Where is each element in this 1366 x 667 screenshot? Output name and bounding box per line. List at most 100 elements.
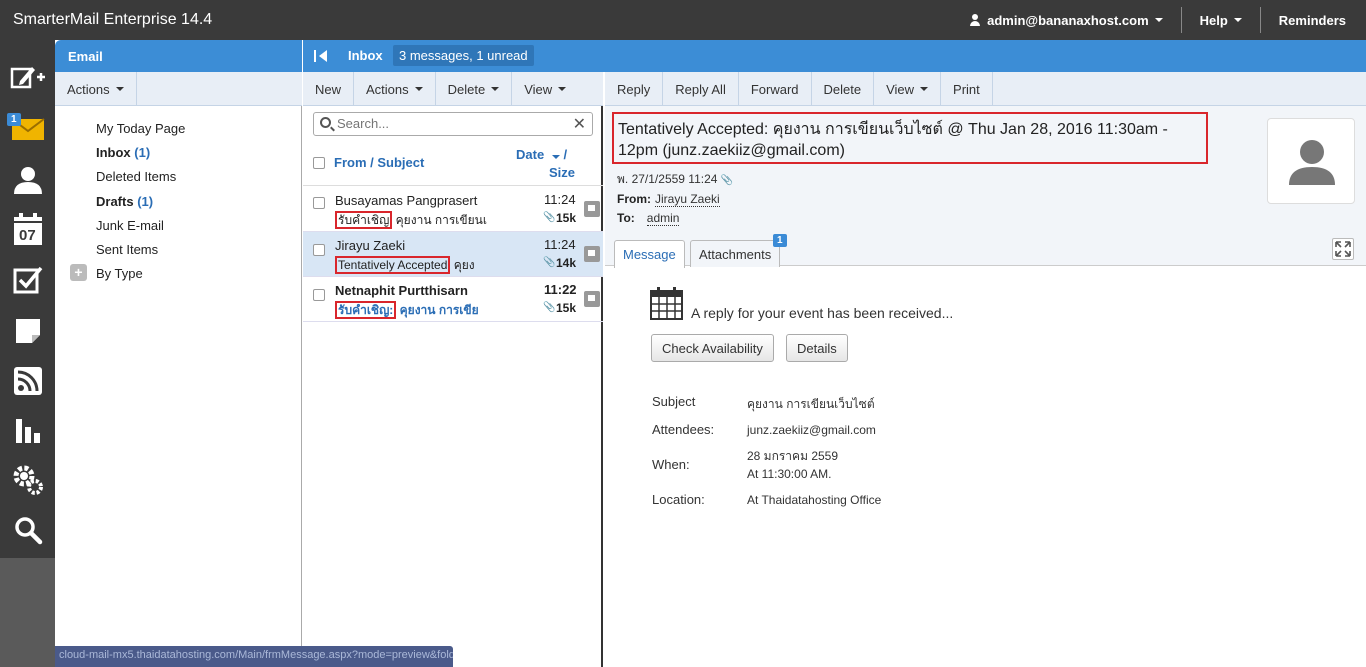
folder-sent-items[interactable]: Sent Items — [96, 242, 158, 257]
forward-button[interactable]: Forward — [739, 72, 812, 106]
event-when-label: When: — [652, 457, 690, 472]
message-row-unread[interactable]: Netnaphit Purtthisarn รับคำเชิญ: คุยงาน … — [303, 277, 603, 322]
message-from: Netnaphit Purtthisarn — [335, 283, 468, 298]
message-list: ✕ From / Subject Date / Size Busayamas P… — [303, 106, 603, 667]
help-label: Help — [1199, 12, 1228, 28]
folder-inbox[interactable]: Inbox (1) — [96, 145, 150, 160]
rss-icon[interactable] — [8, 361, 48, 401]
message-row-selected[interactable]: Jirayu Zaeki Tentatively Accepted คุยง 1… — [303, 232, 603, 277]
select-all-checkbox[interactable] — [313, 157, 325, 169]
column-size[interactable]: Size — [549, 165, 575, 180]
reader-view-button[interactable]: View — [874, 72, 942, 106]
reply-button[interactable]: Reply — [605, 72, 664, 106]
chevron-down-icon — [115, 87, 124, 91]
list-view-button[interactable]: View — [512, 72, 578, 106]
attachments-count-badge: 1 — [773, 234, 787, 247]
avatar — [1267, 118, 1355, 204]
folder-actions-button[interactable]: Actions — [55, 72, 137, 106]
message-to-line: To: admin — [617, 211, 680, 226]
drafts-count: (1) — [137, 194, 154, 209]
delete-button[interactable]: Delete — [812, 72, 875, 106]
inbox-summary-badge: 3 messages, 1 unread — [393, 45, 534, 66]
folder-panel-header: Email — [55, 40, 302, 72]
list-actions-button[interactable]: Actions — [354, 72, 436, 106]
flag-icon[interactable] — [584, 246, 600, 262]
chevron-down-icon — [558, 87, 567, 91]
expand-icon[interactable] — [1332, 238, 1354, 260]
message-from: Busayamas Pangprasert — [335, 193, 478, 208]
tab-message[interactable]: Message — [614, 240, 685, 268]
search-input[interactable] — [337, 116, 567, 131]
message-subject: รับคำเชิญ คุยงาน การเขียนเ — [335, 211, 487, 230]
new-button[interactable]: New — [303, 72, 355, 106]
folder-my-today-page[interactable]: My Today Page — [96, 121, 185, 136]
expand-plus-icon[interactable]: + — [70, 264, 87, 281]
reminders-button[interactable]: Reminders — [1261, 8, 1366, 32]
column-from-subject[interactable]: From / Subject — [334, 155, 424, 170]
message-subject-heading: Tentatively Accepted: คุยงาน การเขียนเว็… — [612, 112, 1208, 164]
reply-all-button[interactable]: Reply All — [663, 72, 739, 106]
column-date[interactable]: Date / — [516, 147, 567, 162]
calendar-icon — [650, 287, 683, 320]
user-menu[interactable]: admin@bananaxhost.com — [951, 8, 1180, 32]
attachment-icon: 📎 — [543, 212, 556, 223]
message-body: A reply for your event has been received… — [605, 267, 1366, 667]
message-subject: รับคำเชิญ: คุยงาน การเขีย — [335, 301, 487, 320]
message-checkbox[interactable] — [313, 244, 325, 256]
top-bar: SmarterMail Enterprise 14.4 admin@banana… — [0, 0, 1366, 40]
details-button[interactable]: Details — [786, 334, 848, 362]
list-toolbar: New Actions Delete View — [303, 72, 603, 106]
collapse-panel-icon[interactable] — [313, 49, 329, 63]
folder-list: My Today Page Inbox (1) Deleted Items Dr… — [55, 106, 302, 667]
folder-by-type[interactable]: By Type — [96, 266, 143, 281]
folder-panel-title: Email — [68, 49, 103, 64]
tasks-icon[interactable] — [8, 260, 48, 300]
contacts-icon[interactable] — [8, 160, 48, 200]
flag-icon[interactable] — [584, 291, 600, 307]
attachment-icon: 📎 — [720, 175, 734, 186]
message-header: Tentatively Accepted: คุยงาน การเขียนเว็… — [605, 106, 1366, 268]
mail-icon[interactable]: 1 — [7, 109, 48, 149]
user-icon — [969, 14, 981, 26]
icon-rail: 1 07 — [0, 40, 55, 558]
folder-toolbar: Actions — [55, 72, 302, 106]
folder-drafts[interactable]: Drafts (1) — [96, 194, 153, 209]
folder-junk-email[interactable]: Junk E-mail — [96, 218, 164, 233]
message-time: 11:22 — [544, 282, 577, 297]
chevron-down-icon — [414, 87, 423, 91]
message-size: 15k — [556, 301, 577, 315]
status-bar-url: cloud-mail-mx5.thaidatahosting.com/Main/… — [55, 646, 453, 667]
event-attendees-value: junz.zaekiiz@gmail.com — [747, 423, 876, 437]
inbox-count: (1) — [134, 145, 151, 160]
attachment-icon: 📎 — [543, 302, 556, 313]
print-button[interactable]: Print — [941, 72, 993, 106]
mail-badge: 1 — [7, 113, 21, 126]
event-when-date: 28 มกราคม 2559 — [747, 449, 839, 463]
user-email: admin@bananaxhost.com — [987, 12, 1149, 28]
notes-icon[interactable] — [8, 311, 48, 351]
reports-icon[interactable] — [8, 410, 48, 450]
message-checkbox[interactable] — [313, 289, 325, 301]
folder-deleted-items[interactable]: Deleted Items — [96, 169, 176, 184]
search-box: ✕ — [313, 112, 593, 136]
message-checkbox[interactable] — [313, 197, 325, 209]
from-link[interactable]: Jirayu Zaeki — [655, 192, 720, 207]
search-icon[interactable] — [8, 510, 48, 550]
rail-footer — [0, 558, 55, 667]
clear-icon[interactable]: ✕ — [573, 114, 586, 134]
chevron-down-icon — [1154, 18, 1163, 22]
message-size: 15k — [556, 211, 577, 225]
tab-attachments[interactable]: Attachments — [690, 240, 781, 267]
compose-icon[interactable] — [8, 58, 48, 98]
inbox-header: Inbox 3 messages, 1 unread — [303, 40, 1366, 72]
to-link[interactable]: admin — [646, 211, 680, 226]
flag-icon[interactable] — [584, 201, 600, 217]
check-availability-button[interactable]: Check Availability — [651, 334, 774, 362]
message-from: Jirayu Zaeki — [335, 238, 406, 253]
calendar-icon[interactable]: 07 — [8, 210, 48, 250]
settings-icon[interactable] — [8, 460, 48, 500]
help-menu[interactable]: Help — [1182, 8, 1260, 32]
message-row[interactable]: Busayamas Pangprasert รับคำเชิญ คุยงาน ก… — [303, 187, 603, 232]
attachment-icon: 📎 — [543, 257, 556, 268]
list-delete-button[interactable]: Delete — [436, 72, 513, 106]
